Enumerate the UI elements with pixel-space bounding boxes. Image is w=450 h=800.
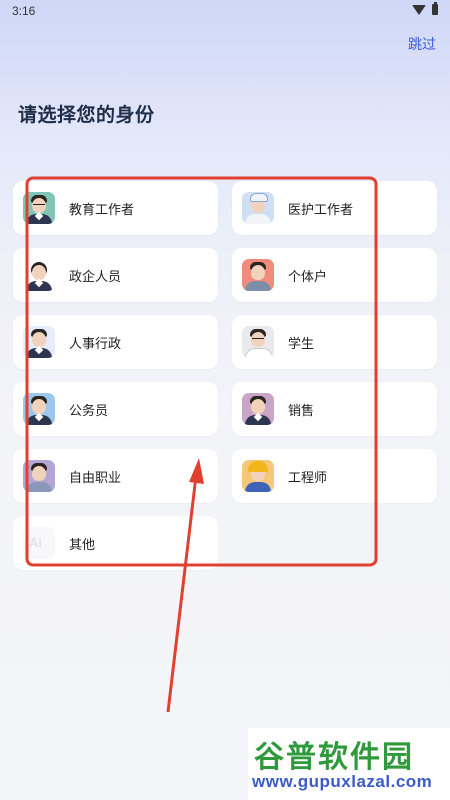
civil-servant-avatar-icon <box>23 393 55 425</box>
role-card-teacher[interactable]: 教育工作者 <box>13 181 218 235</box>
role-card-other[interactable]: Ai 其他 <box>13 516 218 570</box>
hr-admin-avatar-icon <box>23 326 55 358</box>
role-label: 学生 <box>288 335 315 351</box>
ai-avatar-icon: Ai <box>23 527 55 559</box>
role-card-student[interactable]: 学生 <box>232 315 437 369</box>
role-label: 公务员 <box>69 402 109 418</box>
page-title: 请选择您的身份 <box>18 105 155 126</box>
skip-button[interactable]: 跳过 <box>408 34 436 54</box>
role-card-self-employed[interactable]: 个体户 <box>232 248 437 302</box>
role-label: 教育工作者 <box>69 201 135 217</box>
wifi-icon <box>412 4 426 15</box>
status-time: 3:16 <box>12 4 36 18</box>
watermark-url: www.gupuxlazal.com <box>252 772 433 791</box>
watermark-title: 谷普软件园 <box>254 741 414 774</box>
sales-avatar-icon <box>242 393 274 425</box>
role-card-civil-servant[interactable]: 公务员 <box>13 382 218 436</box>
engineer-avatar-icon <box>242 460 274 492</box>
role-label: 政企人员 <box>69 268 122 284</box>
role-card-medical-worker[interactable]: 医护工作者 <box>232 181 437 235</box>
role-card-engineer[interactable]: 工程师 <box>232 449 437 503</box>
role-card-official[interactable]: 政企人员 <box>13 248 218 302</box>
self-employed-avatar-icon <box>242 259 274 291</box>
role-card-sales[interactable]: 销售 <box>232 382 437 436</box>
medical-worker-avatar-icon <box>242 192 274 224</box>
teacher-avatar-icon <box>23 192 55 224</box>
freelancer-avatar-icon <box>23 460 55 492</box>
highlight-box <box>25 176 378 567</box>
official-avatar-icon <box>23 259 55 291</box>
role-card-freelancer[interactable]: 自由职业 <box>13 449 218 503</box>
battery-icon <box>432 2 438 15</box>
role-label: 人事行政 <box>69 335 122 351</box>
role-label: 自由职业 <box>69 469 122 485</box>
status-bar: 3:16 <box>0 0 450 22</box>
student-avatar-icon <box>242 326 274 358</box>
role-label: 工程师 <box>288 469 328 485</box>
role-label: 其他 <box>69 536 96 552</box>
role-label: 医护工作者 <box>288 201 354 217</box>
role-label: 销售 <box>288 402 315 418</box>
watermark: 谷普软件园 www.gupuxlazal.com <box>248 728 450 800</box>
role-card-hr-admin[interactable]: 人事行政 <box>13 315 218 369</box>
status-icons <box>412 2 438 15</box>
role-label: 个体户 <box>288 268 328 284</box>
annotation-arrow-line <box>166 475 198 713</box>
